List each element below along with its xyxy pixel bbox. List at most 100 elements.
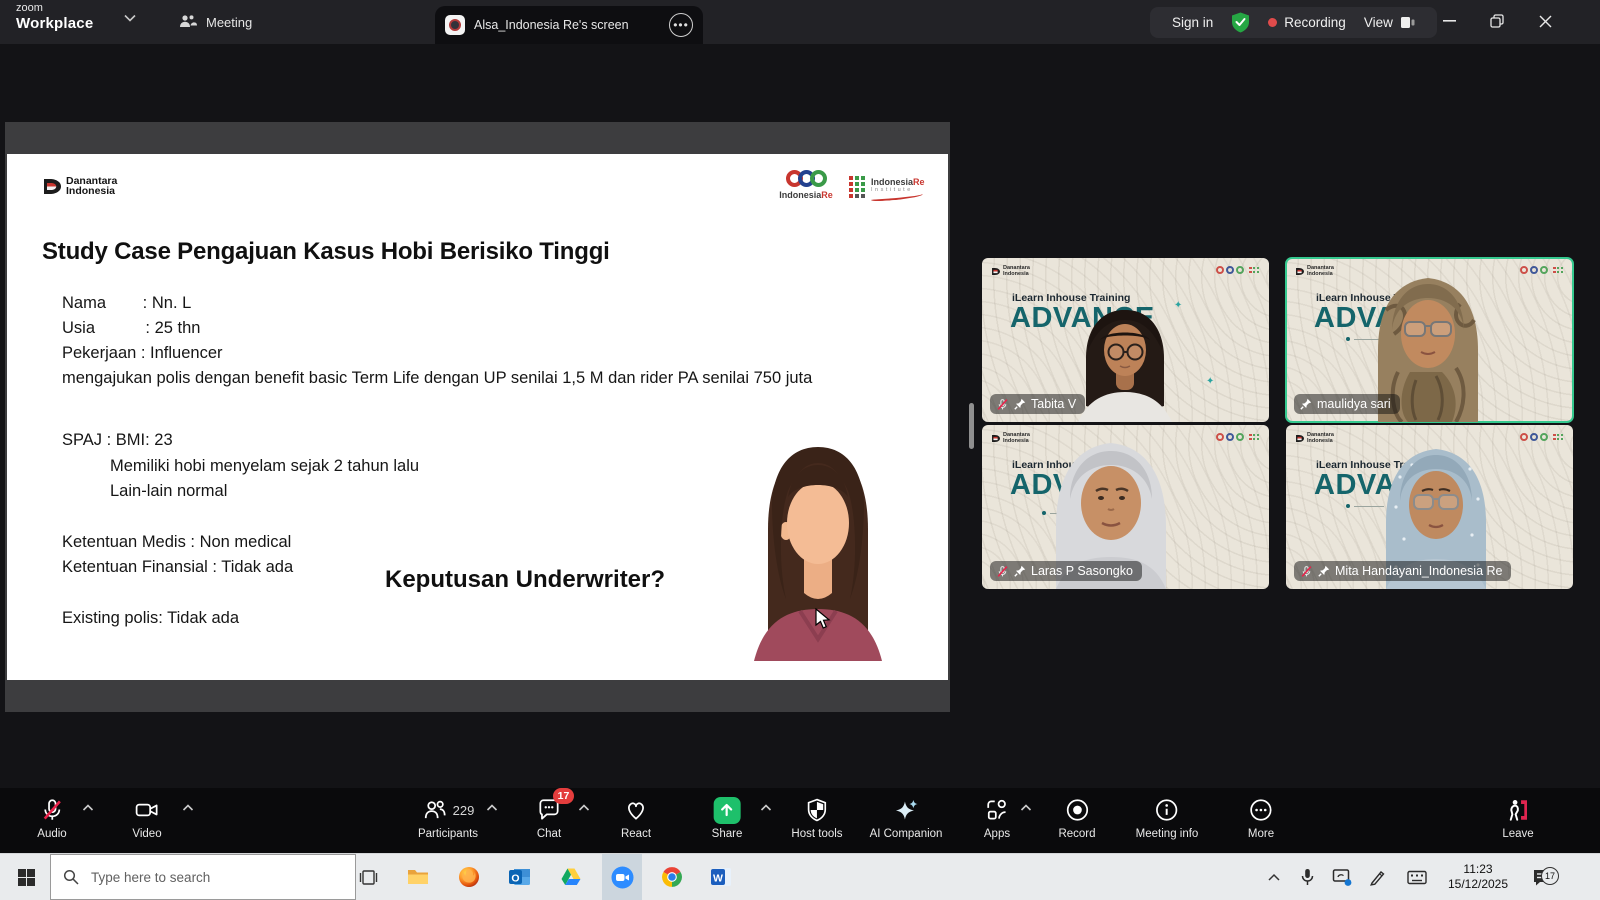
zoom-workplace-logo: zoom Workplace bbox=[16, 3, 93, 31]
tile-indonesiare-logo bbox=[1216, 433, 1259, 441]
window-close-button[interactable] bbox=[1528, 6, 1562, 36]
pin-icon bbox=[1318, 565, 1330, 577]
search-input[interactable] bbox=[89, 869, 333, 886]
more-button[interactable]: More bbox=[1248, 795, 1274, 840]
view-layout-icon bbox=[1400, 16, 1415, 29]
sparkle-icon: ✦ bbox=[1206, 376, 1214, 387]
chrome-icon bbox=[661, 866, 683, 888]
leave-door-icon bbox=[1505, 797, 1531, 823]
tray-pen-icon[interactable] bbox=[1360, 854, 1394, 900]
heart-icon bbox=[623, 797, 649, 823]
zoom-taskbar-icon[interactable] bbox=[602, 854, 642, 900]
start-button[interactable] bbox=[6, 854, 46, 900]
name-tag-laras: Laras P Sasongko bbox=[990, 561, 1142, 581]
video-options-chevron[interactable] bbox=[183, 804, 194, 811]
video-button[interactable]: Video bbox=[132, 795, 161, 840]
tray-display-icon[interactable] bbox=[1324, 854, 1360, 900]
indonesia-re-logo: IndonesiaRe bbox=[775, 170, 837, 200]
titlebar: zoom Workplace Meeting Alsa_Indonesia Re… bbox=[0, 0, 1600, 44]
video-panel-scrollbar[interactable] bbox=[969, 403, 974, 449]
tile-indonesiare-logo bbox=[1216, 266, 1259, 274]
slide-decision-question: Keputusan Underwriter? bbox=[385, 566, 665, 594]
taskbar-clock[interactable]: 11:23 15/12/2025 bbox=[1440, 854, 1516, 900]
firefox-taskbar-icon[interactable] bbox=[449, 854, 489, 900]
audio-button[interactable]: Audio bbox=[37, 795, 66, 840]
institute-indonesia-text: Indonesia bbox=[871, 177, 913, 187]
google-drive-taskbar-icon[interactable] bbox=[551, 854, 591, 900]
participants-button[interactable]: 229 Participants bbox=[418, 795, 478, 840]
workspace-chevron-icon[interactable] bbox=[124, 14, 136, 22]
ai-companion-button[interactable]: AI Companion bbox=[870, 795, 943, 840]
notification-center-button[interactable]: 17 bbox=[1520, 854, 1564, 900]
view-label: View bbox=[1364, 15, 1393, 30]
video-tile-maulidya[interactable]: DanantaraIndonesia iLearn Inhouse Traini… bbox=[1286, 258, 1573, 422]
apps-options-chevron[interactable] bbox=[1021, 804, 1032, 811]
svg-text:W: W bbox=[713, 873, 723, 885]
video-tile-mita[interactable]: DanantaraIndonesia iLearn Inhouse Traini… bbox=[1286, 425, 1573, 589]
participant-name: Laras P Sasongko bbox=[1031, 564, 1133, 578]
institute-dot-grid-icon bbox=[849, 176, 865, 198]
slide-line-pekerjaan: Pekerjaan : Influencer bbox=[62, 344, 223, 363]
window-restore-button[interactable] bbox=[1480, 6, 1514, 36]
video-tile-laras[interactable]: DanantaraIndonesia iLearn Inhouse Traini… bbox=[982, 425, 1269, 589]
slide-line-polis: mengajukan polis dengan benefit basic Te… bbox=[62, 369, 812, 388]
tile-indonesiare-logo bbox=[1520, 266, 1563, 274]
mic-muted-icon bbox=[39, 797, 65, 823]
mouse-cursor bbox=[815, 608, 831, 630]
google-drive-icon bbox=[560, 867, 582, 887]
apps-button[interactable]: Apps bbox=[984, 795, 1010, 840]
pin-icon bbox=[1014, 565, 1026, 577]
indonesia-re-circles-icon bbox=[775, 170, 837, 187]
name-tag-tabita: Tabita V bbox=[990, 394, 1085, 414]
tray-touch-keyboard-icon[interactable] bbox=[1398, 854, 1436, 900]
notification-count-badge: 17 bbox=[1541, 867, 1559, 885]
search-icon bbox=[63, 869, 79, 885]
share-button[interactable]: Share bbox=[712, 795, 743, 840]
chrome-taskbar-icon[interactable] bbox=[652, 854, 692, 900]
firefox-icon bbox=[458, 866, 480, 888]
slide-line-hobi: Memiliki hobi menyelam sejak 2 tahun lal… bbox=[110, 457, 419, 476]
recording-indicator[interactable]: Recording bbox=[1268, 15, 1346, 30]
tray-show-hidden-icons[interactable] bbox=[1256, 854, 1292, 900]
indonesia-re-institute-logo: IndonesiaRe Institute bbox=[849, 174, 925, 200]
screen-thumbnail-icon bbox=[445, 15, 465, 35]
chat-button[interactable]: 17 Chat bbox=[536, 795, 562, 840]
taskbar-search[interactable] bbox=[50, 854, 356, 900]
participants-options-chevron[interactable] bbox=[487, 804, 498, 811]
word-taskbar-icon[interactable]: W bbox=[702, 854, 742, 900]
window-minimize-button[interactable] bbox=[1432, 6, 1466, 36]
leave-button[interactable]: Leave bbox=[1502, 795, 1533, 840]
record-button[interactable]: Record bbox=[1058, 795, 1095, 840]
video-tile-tabita[interactable]: DanantaraIndonesia iLearn Inhouse Traini… bbox=[982, 258, 1269, 422]
audio-options-chevron[interactable] bbox=[83, 804, 94, 811]
outlook-taskbar-icon[interactable]: O bbox=[500, 854, 540, 900]
sparkle-icon bbox=[893, 797, 920, 824]
shield-icon bbox=[804, 797, 829, 823]
security-shield-icon[interactable] bbox=[1231, 12, 1250, 33]
tab-shared-screen[interactable]: Alsa_Indonesia Re's screen ••• bbox=[435, 6, 703, 44]
folder-icon bbox=[407, 868, 429, 886]
tray-microphone-icon[interactable] bbox=[1290, 854, 1324, 900]
tile-indonesiare-logo bbox=[1520, 433, 1563, 441]
host-tools-button[interactable]: Host tools bbox=[791, 795, 842, 840]
slide-line-medis: Ketentuan Medis : Non medical bbox=[62, 533, 291, 552]
meeting-info-button[interactable]: Meeting info bbox=[1136, 795, 1199, 840]
tab-options-ellipsis-icon[interactable]: ••• bbox=[669, 13, 693, 37]
danantara-logo: Danantara Indonesia bbox=[44, 176, 117, 196]
react-button[interactable]: React bbox=[621, 795, 651, 840]
sign-in-button[interactable]: Sign in bbox=[1172, 15, 1213, 30]
share-options-chevron[interactable] bbox=[761, 804, 772, 811]
meeting-status-pill: Sign in Recording View bbox=[1150, 7, 1437, 38]
file-explorer-taskbar-icon[interactable] bbox=[398, 854, 438, 900]
participants-count: 229 bbox=[453, 803, 475, 818]
chat-options-chevron[interactable] bbox=[579, 804, 590, 811]
brand-zoom-text: zoom bbox=[16, 3, 93, 14]
tab-meeting[interactable]: Meeting bbox=[168, 0, 262, 44]
svg-text:O: O bbox=[511, 873, 519, 885]
view-button[interactable]: View bbox=[1364, 15, 1415, 30]
tile-danantara-logo: DanantaraIndonesia bbox=[1296, 433, 1334, 444]
task-view-button[interactable] bbox=[348, 854, 388, 900]
windows-taskbar: O W bbox=[0, 853, 1600, 900]
slide-line-existing: Existing polis: Tidak ada bbox=[62, 609, 239, 628]
slide-line-spaj: SPAJ : BMI: 23 bbox=[62, 431, 173, 450]
